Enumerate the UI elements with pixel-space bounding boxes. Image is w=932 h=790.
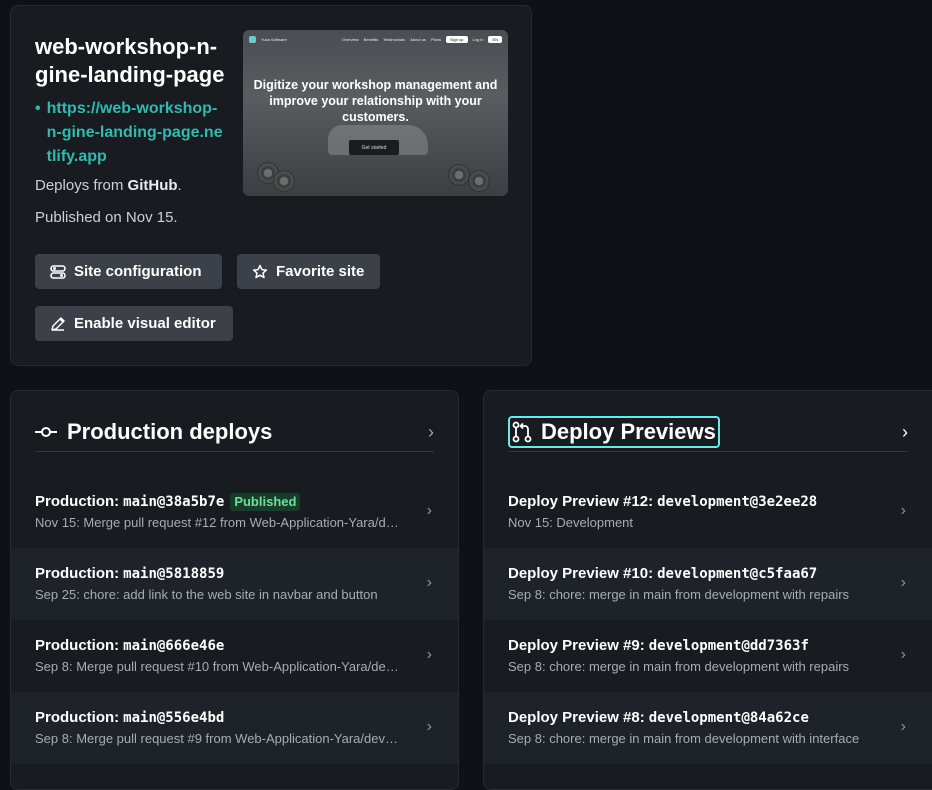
chevron-right-icon: › [426, 718, 432, 735]
favorite-site-label: Favorite site [276, 263, 365, 280]
deploy-ref: main@556e4bd [123, 710, 225, 726]
thumbnail-nav-item: About us [410, 36, 426, 42]
chevron-right-icon: › [426, 646, 432, 663]
deploy-previews-title: Deploy Previews [541, 419, 716, 444]
chevron-right-icon: › [900, 574, 906, 591]
thumbnail-lang: EN [488, 35, 502, 43]
thumbnail-signup: Sign up [445, 35, 468, 43]
chevron-right-icon[interactable]: › [428, 422, 434, 443]
production-deploys-title: Production deploys [67, 419, 273, 444]
deploy-description: Sep 8: Merge pull request #9 from Web-Ap… [35, 731, 401, 746]
deploy-preview-description: Nov 15: Development [508, 515, 634, 530]
deploy-previews-panel: Deploy Previews › Deploy Preview #12: de… [483, 390, 932, 790]
deploy-row[interactable]: Production: main@556e4bd Sep 8: Merge pu… [11, 692, 458, 764]
thumbnail-nav-item: Benefits [363, 36, 379, 42]
deploy-label: Production: [35, 709, 120, 726]
chevron-right-icon: › [900, 646, 906, 663]
published-date: Published on Nov 15. [35, 209, 178, 226]
git-pull-request-icon [512, 421, 532, 443]
deploy-description: Sep 8: Merge pull request #10 from Web-A… [35, 659, 401, 674]
star-icon [252, 264, 268, 278]
deploy-previews-link[interactable]: Deploy Previews [508, 416, 720, 448]
chevron-right-icon: › [900, 718, 906, 735]
site-name: web-workshop-n-gine-landing-page [35, 34, 225, 87]
deploy-ref: main@38a5b7e [123, 494, 225, 510]
site-url-link[interactable]: • https://web-workshop-n-gine-landing-pa… [35, 97, 227, 169]
deploy-preview-row[interactable]: Deploy Preview #8: development@84a62ce S… [484, 692, 932, 764]
bullet-icon: • [35, 100, 41, 117]
commit-icon [35, 427, 57, 437]
thumbnail-headline: Digitize your workshop management and im… [253, 78, 498, 124]
deploy-preview-description: Sep 8: chore: merge in main from develop… [508, 659, 850, 674]
thumbnail-brand: Yuza Software [261, 36, 287, 42]
brand-logo-icon [249, 35, 256, 43]
chevron-right-icon: › [426, 502, 432, 519]
thumbnail-cta: Get started [349, 140, 399, 155]
deploy-preview-row[interactable]: Deploy Preview #12: development@3e2ee28 … [484, 476, 932, 548]
deploy-preview-label: Deploy Preview #8: [508, 709, 645, 726]
deploy-preview-ref: development@c5faa67 [657, 566, 818, 582]
deploy-previews-header: Deploy Previews › [508, 413, 908, 452]
production-deploys-header[interactable]: Production deploys › [35, 413, 434, 452]
enable-visual-editor-label: Enable visual editor [74, 315, 216, 332]
favorite-site-button[interactable]: Favorite site [237, 254, 380, 289]
deploy-preview-row[interactable]: Deploy Preview #10: development@c5faa67 … [484, 548, 932, 620]
deploy-source: Deploys from GitHub. [35, 177, 182, 194]
deploy-preview-label: Deploy Preview #12: [508, 493, 654, 510]
deploy-preview-ref: development@dd7363f [648, 638, 809, 654]
deploy-row[interactable]: Production: main@38a5b7e Published Nov 15… [11, 476, 458, 548]
pencil-icon [51, 316, 65, 331]
published-badge: Published [230, 493, 301, 511]
thumbnail-nav-item: Testimonials [383, 36, 406, 42]
chevron-right-icon: › [900, 502, 906, 519]
deploy-label: Production: [35, 493, 120, 510]
deploy-ref: main@666e46e [123, 638, 225, 654]
deploy-preview-ref: development@3e2ee28 [657, 494, 818, 510]
enable-visual-editor-button[interactable]: Enable visual editor [35, 306, 233, 341]
deploy-preview-description: Sep 8: chore: merge in main from develop… [508, 587, 850, 602]
deploy-description: Sep 25: chore: add link to the web site … [35, 587, 378, 602]
deploy-preview-row[interactable]: Deploy Preview #9: development@dd7363f S… [484, 620, 932, 692]
site-configuration-button[interactable]: Site configuration [35, 254, 222, 289]
deploy-description: Nov 15: Merge pull request #12 from Web-… [35, 515, 401, 530]
deploy-preview-label: Deploy Preview #10: [508, 565, 654, 582]
site-overview-card: web-workshop-n-gine-landing-page • https… [10, 5, 532, 366]
thumbnail-nav-item: Plans [430, 36, 441, 42]
thumbnail-login: Log in [472, 36, 484, 42]
toggles-icon [50, 264, 66, 279]
tire-stack-graphic [468, 170, 490, 192]
deploy-row[interactable]: Production: main@5818859 Sep 25: chore: … [11, 548, 458, 620]
deploy-preview-description: Sep 8: chore: merge in main from develop… [508, 731, 860, 746]
production-deploys-panel: Production deploys › Production: main@38… [10, 390, 459, 790]
deploy-source-name: GitHub [127, 177, 178, 194]
deploy-row[interactable]: Production: main@666e46e Sep 8: Merge pu… [11, 620, 458, 692]
tire-stack-graphic [273, 170, 295, 192]
thumbnail-navbar: Yuza Software Overview Benefits Testimon… [243, 30, 508, 48]
site-screenshot-thumbnail[interactable]: Yuza Software Overview Benefits Testimon… [243, 30, 508, 196]
chevron-right-icon: › [426, 574, 432, 591]
site-configuration-label: Site configuration [74, 263, 202, 280]
thumbnail-nav-item: Overview [342, 36, 359, 42]
deploy-label: Production: [35, 565, 120, 582]
deploy-ref: main@5818859 [123, 566, 225, 582]
tire-stack-graphic [448, 164, 470, 186]
deploy-preview-label: Deploy Preview #9: [508, 637, 645, 654]
deploy-preview-ref: development@84a62ce [648, 710, 809, 726]
chevron-right-icon[interactable]: › [902, 422, 908, 443]
deploy-label: Production: [35, 637, 120, 654]
site-url-text: https://web-workshop-n-gine-landing-page… [46, 100, 223, 165]
